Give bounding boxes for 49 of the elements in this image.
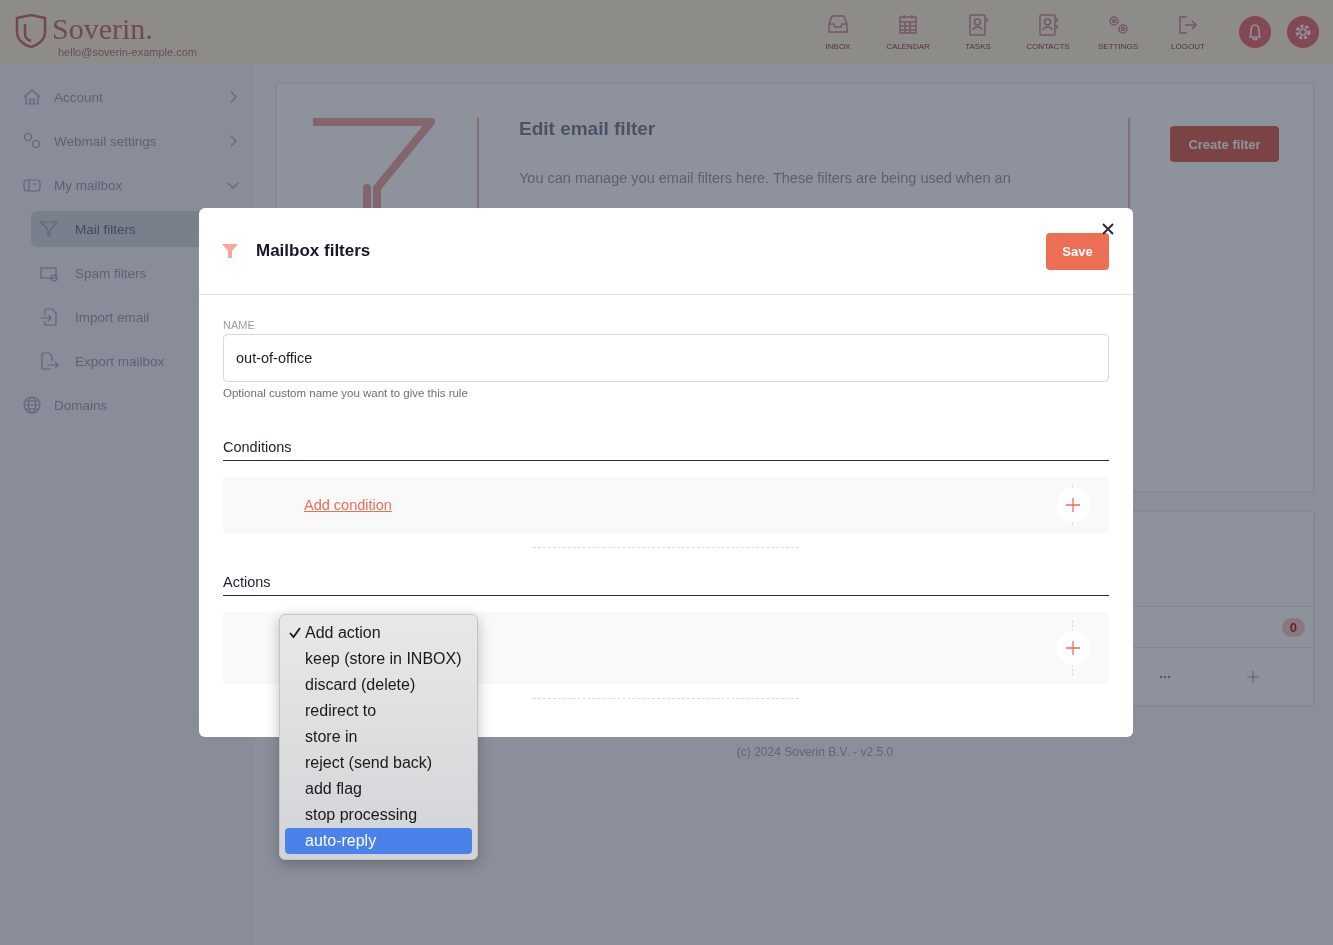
notifications-button[interactable] — [1239, 15, 1271, 48]
calendar-icon — [896, 12, 920, 37]
dropdown-option[interactable]: stop processing — [285, 802, 472, 828]
field-hint: Optional custom name you want to give this rule — [223, 387, 469, 399]
account-email: hello@soverin-example.com — [58, 45, 197, 58]
dropdown-option[interactable]: reject (send back) — [285, 750, 472, 776]
globe-icon — [22, 395, 42, 415]
add-button[interactable] — [1056, 488, 1090, 522]
person-card-icon — [966, 12, 990, 37]
dropdown-option[interactable]: auto-reply — [285, 828, 472, 854]
plus-icon — [1066, 641, 1080, 655]
export-file-icon — [39, 351, 59, 371]
card-title: Edit email filter — [519, 118, 657, 140]
nav-button[interactable]: CALENDAR — [873, 12, 943, 51]
dropdown-option[interactable]: keep (store in INBOX) — [285, 646, 472, 672]
save-button[interactable]: Save — [1046, 232, 1109, 270]
name-input[interactable]: out-of-office — [223, 334, 1109, 382]
nav-button[interactable]: SETTINGS — [1083, 12, 1153, 51]
section-heading: Actions — [223, 574, 1109, 596]
logo-text: Soverin. — [52, 11, 153, 46]
plus-icon[interactable] — [1247, 670, 1259, 683]
nav-button[interactable]: INBOX — [803, 12, 873, 51]
add-condition-link[interactable]: Add condition — [304, 497, 1056, 513]
dropdown-option[interactable]: store in — [285, 724, 472, 750]
nav-button[interactable]: LOGOUT — [1153, 12, 1223, 51]
create-filter-button[interactable]: Create filter — [1170, 126, 1279, 162]
nav-button[interactable]: TASKS — [943, 12, 1013, 51]
dialog-title: Mailbox filters — [256, 241, 372, 261]
field-label: NAME — [223, 319, 256, 331]
count-badge: 0 — [1281, 617, 1305, 637]
close-button[interactable] — [1101, 222, 1115, 236]
add-button[interactable] — [1056, 631, 1090, 665]
dropdown-option[interactable]: discard (delete) — [285, 672, 472, 698]
close-icon — [1101, 222, 1115, 236]
dropdown-option[interactable]: redirect to — [285, 698, 472, 724]
settings-button[interactable] — [1287, 15, 1319, 48]
section-heading: Conditions — [223, 439, 1109, 461]
import-file-icon — [39, 307, 59, 327]
more-icon[interactable] — [1159, 674, 1171, 679]
shield-logo-icon — [14, 13, 48, 48]
plus-icon — [1066, 498, 1080, 512]
house-icon — [22, 87, 42, 107]
dropdown-option[interactable]: Add action — [285, 620, 472, 646]
person-card-icon — [1036, 12, 1060, 37]
nav-button[interactable]: CONTACTS — [1013, 12, 1083, 51]
bell-icon — [1246, 22, 1264, 41]
dropdown-option[interactable]: add flag — [285, 776, 472, 802]
gears-icon — [22, 131, 42, 151]
checkmark-icon — [289, 626, 301, 639]
